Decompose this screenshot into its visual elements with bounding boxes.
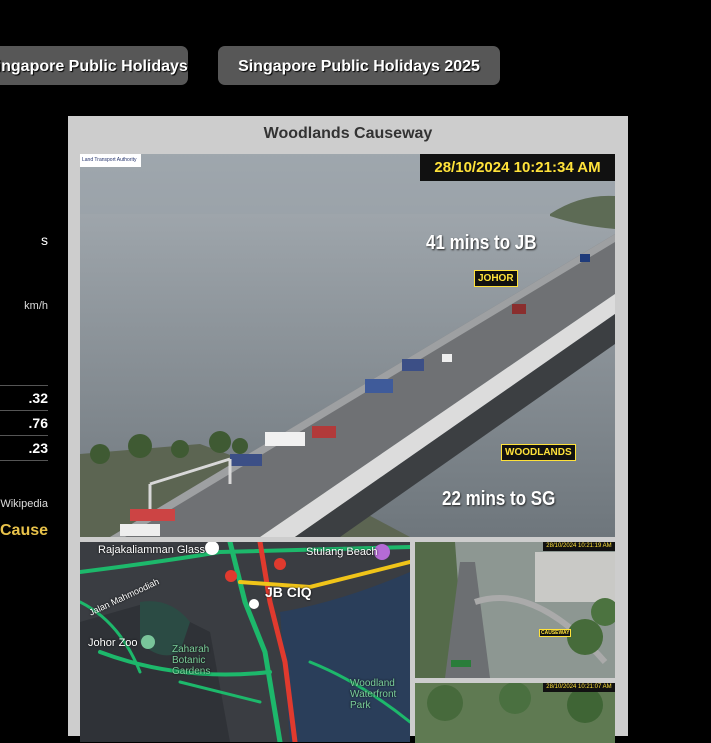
causeway-camera-panel: Woodlands Causeway Land Transport Author… xyxy=(68,116,628,743)
exchange-rate-list: .32 .76 .23 xyxy=(0,385,48,461)
sidebar-causeway-link[interactable]: Causeway xyxy=(0,522,48,540)
holidays-2025-button[interactable]: Singapore Public Holidays 2025 xyxy=(218,46,500,85)
camera-scene-1 xyxy=(415,542,615,678)
secondary-camera-1[interactable]: 28/10/2024 10:21:19 AM CAUSEWAY xyxy=(415,542,615,678)
sidebar-source-link[interactable]: Wikipedia xyxy=(0,498,48,510)
camera-timestamp: 28/10/2024 10:21:34 AM xyxy=(420,154,615,181)
sidebar-text-fragment: s xyxy=(41,232,48,248)
sidebar-speed-unit: km/h xyxy=(24,300,48,312)
rate-value: .32 xyxy=(0,386,48,411)
travel-time-to-jb: 41 mins to JB xyxy=(426,232,537,254)
camera-scene-2 xyxy=(415,683,615,743)
main-traffic-camera-image[interactable]: Land Transport Authority 28/10/2024 10:2… xyxy=(80,154,615,537)
secondary-camera-2[interactable]: 28/10/2024 10:21:07 AM xyxy=(415,683,615,743)
map-label-rajakaliamman: Rajakaliamman Glass xyxy=(98,544,205,556)
map-label-woodland-waterfront: Woodland Waterfront Park xyxy=(350,678,397,711)
holidays-2024-button[interactable]: Singapore Public Holidays 2024 xyxy=(0,46,188,85)
map-label-jb-ciq: JB CIQ xyxy=(265,584,312,600)
travel-time-to-sg: 22 mins to SG xyxy=(442,488,556,510)
lta-logo: Land Transport Authority xyxy=(80,154,141,167)
map-label-stulang: Stulang Beach xyxy=(306,546,378,558)
causeway-scene xyxy=(80,154,615,537)
panel-title: Woodlands Causeway xyxy=(263,125,433,142)
camera-2-timestamp: 28/10/2024 10:21:07 AM xyxy=(543,683,615,692)
traffic-map[interactable]: Rajakaliamman Glass Stulang Beach JB CIQ… xyxy=(80,542,410,742)
camera-1-sign: CAUSEWAY xyxy=(539,629,572,637)
rate-value: .23 xyxy=(0,436,48,461)
johor-direction-tag: JOHOR xyxy=(474,270,518,287)
map-label-zoo: Johor Zoo xyxy=(88,637,138,649)
rate-value: .76 xyxy=(0,411,48,436)
woodlands-direction-tag: WOODLANDS xyxy=(501,444,576,461)
camera-1-timestamp: 28/10/2024 10:21:19 AM xyxy=(543,542,615,551)
map-label-zaharah: Zaharah Botanic Gardens xyxy=(172,644,211,677)
